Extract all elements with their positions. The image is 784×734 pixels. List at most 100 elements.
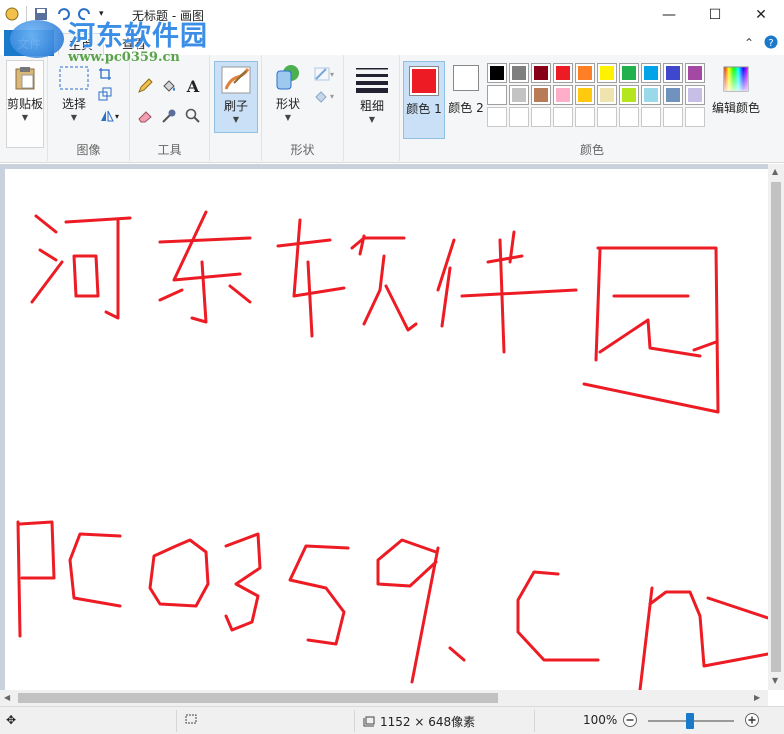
size-dropdown-icon: ▼ xyxy=(368,115,376,124)
palette-swatch[interactable] xyxy=(619,63,639,83)
horizontal-scroll-thumb[interactable] xyxy=(18,693,498,703)
close-button[interactable]: ✕ xyxy=(738,0,784,30)
color2-button[interactable]: 颜色 2 xyxy=(446,65,486,116)
horizontal-scrollbar[interactable]: ◀ ▶ xyxy=(0,690,768,706)
minimize-button[interactable]: — xyxy=(646,0,692,30)
color1-swatch xyxy=(409,66,439,96)
paste-dropdown-icon: ▼ xyxy=(21,113,29,122)
shapes-icon xyxy=(276,65,299,90)
paste-label: 剪贴板 xyxy=(7,97,44,111)
palette-swatch[interactable] xyxy=(575,85,595,105)
zoom-out-icon xyxy=(623,713,637,727)
palette-swatch-color xyxy=(534,110,548,124)
color1-button[interactable]: 颜色 1 xyxy=(403,61,445,139)
vertical-scroll-thumb[interactable] xyxy=(771,182,781,672)
resize-icon[interactable] xyxy=(96,85,114,103)
palette-swatch[interactable] xyxy=(531,63,551,83)
vertical-scrollbar[interactable]: ▲ ▼ xyxy=(768,164,784,690)
palette-swatch[interactable] xyxy=(663,85,683,105)
palette-swatch-color xyxy=(666,110,680,124)
fill-icon[interactable] xyxy=(160,77,178,95)
palette-swatch[interactable] xyxy=(553,63,573,83)
palette-swatch[interactable] xyxy=(531,107,551,127)
drawing-canvas[interactable] xyxy=(5,169,768,690)
palette-swatch[interactable] xyxy=(663,107,683,127)
shapes-group-label: 形状 xyxy=(290,143,315,157)
palette-swatch[interactable] xyxy=(619,85,639,105)
palette-swatch[interactable] xyxy=(509,63,529,83)
selection-size xyxy=(184,713,198,725)
palette-swatch[interactable] xyxy=(597,85,617,105)
magnifier-icon[interactable] xyxy=(184,107,202,125)
paste-button[interactable]: 剪贴板 ▼ xyxy=(6,60,44,148)
scroll-up-icon[interactable]: ▲ xyxy=(772,167,778,176)
size-label: 粗细 xyxy=(359,99,384,113)
status-divider xyxy=(534,710,535,732)
outline-icon[interactable]: ▾ xyxy=(312,65,336,83)
palette-swatch[interactable] xyxy=(531,85,551,105)
palette-swatch[interactable] xyxy=(641,63,661,83)
brushes-button[interactable]: 刷子 ▼ xyxy=(214,61,258,133)
palette-swatch[interactable] xyxy=(685,63,705,83)
rotate-icon[interactable]: ▾ xyxy=(96,107,122,125)
palette-swatch[interactable] xyxy=(487,107,507,127)
shape-fill-icon[interactable]: ▾ xyxy=(312,87,336,105)
image-size-icon xyxy=(363,716,375,726)
zoom-in-button[interactable] xyxy=(744,712,760,728)
palette-swatch-color xyxy=(622,66,636,80)
text-tool-icon[interactable]: A xyxy=(184,77,202,96)
eraser-icon[interactable] xyxy=(136,107,154,125)
palette-swatch[interactable] xyxy=(663,63,683,83)
edit-colors-button[interactable]: 编辑颜色 xyxy=(708,65,764,116)
palette-swatch[interactable] xyxy=(487,85,507,105)
color2-label: 颜色 2 xyxy=(448,101,484,115)
palette-swatch[interactable] xyxy=(553,107,573,127)
palette-swatch[interactable] xyxy=(553,85,573,105)
shapes-button[interactable]: 形状 ▼ xyxy=(268,63,308,122)
status-divider xyxy=(354,710,355,732)
palette-swatch[interactable] xyxy=(641,85,661,105)
color-picker-icon[interactable] xyxy=(160,107,178,125)
edit-colors-label: 编辑颜色 xyxy=(711,101,760,115)
collapse-ribbon-icon[interactable]: ⌃ xyxy=(744,36,754,50)
palette-swatch[interactable] xyxy=(575,63,595,83)
palette-swatch[interactable] xyxy=(597,107,617,127)
palette-swatch[interactable] xyxy=(575,107,595,127)
palette-swatch[interactable] xyxy=(685,85,705,105)
qat-divider xyxy=(26,6,27,22)
scroll-left-icon[interactable]: ◀ xyxy=(4,693,10,702)
zoom-out-button[interactable] xyxy=(622,712,638,728)
shapes-group: 形状 ▼ ▾ ▾ 形状 xyxy=(262,55,344,161)
canvas-drawing xyxy=(16,210,768,690)
palette-swatch-color xyxy=(644,88,658,102)
palette-swatch[interactable] xyxy=(509,107,529,127)
crop-icon[interactable] xyxy=(96,65,114,83)
color-spectrum-icon xyxy=(723,66,749,92)
brushes-dropdown-icon: ▼ xyxy=(232,115,240,124)
palette-swatch-color xyxy=(534,88,548,102)
maximize-button[interactable]: ☐ xyxy=(692,0,738,30)
size-button[interactable]: 粗细 ▼ xyxy=(352,65,392,124)
palette-swatch[interactable] xyxy=(685,107,705,127)
palette-swatch-color xyxy=(578,66,592,80)
palette-swatch-color xyxy=(490,66,504,80)
palette-swatch[interactable] xyxy=(619,107,639,127)
zoom-level: 100% xyxy=(583,713,618,727)
shapes-label: 形状 xyxy=(275,97,300,111)
palette-swatch[interactable] xyxy=(597,63,617,83)
zoom-slider-thumb[interactable] xyxy=(686,713,694,729)
select-button[interactable]: 选择 ▼ xyxy=(54,65,94,122)
color1-fill xyxy=(412,69,436,93)
palette-swatch[interactable] xyxy=(509,85,529,105)
help-icon[interactable]: ? xyxy=(764,35,778,52)
palette-swatch[interactable] xyxy=(641,107,661,127)
pencil-icon[interactable] xyxy=(136,77,154,95)
scroll-right-icon[interactable]: ▶ xyxy=(754,693,760,702)
tools-group: A 工具 xyxy=(130,55,210,161)
palette-swatch-color xyxy=(534,66,548,80)
palette-swatch[interactable] xyxy=(487,63,507,83)
scroll-down-icon[interactable]: ▼ xyxy=(772,676,778,685)
color1-label: 颜色 1 xyxy=(406,102,442,116)
palette-swatch-color xyxy=(688,88,702,102)
palette-swatch-color xyxy=(512,88,526,102)
